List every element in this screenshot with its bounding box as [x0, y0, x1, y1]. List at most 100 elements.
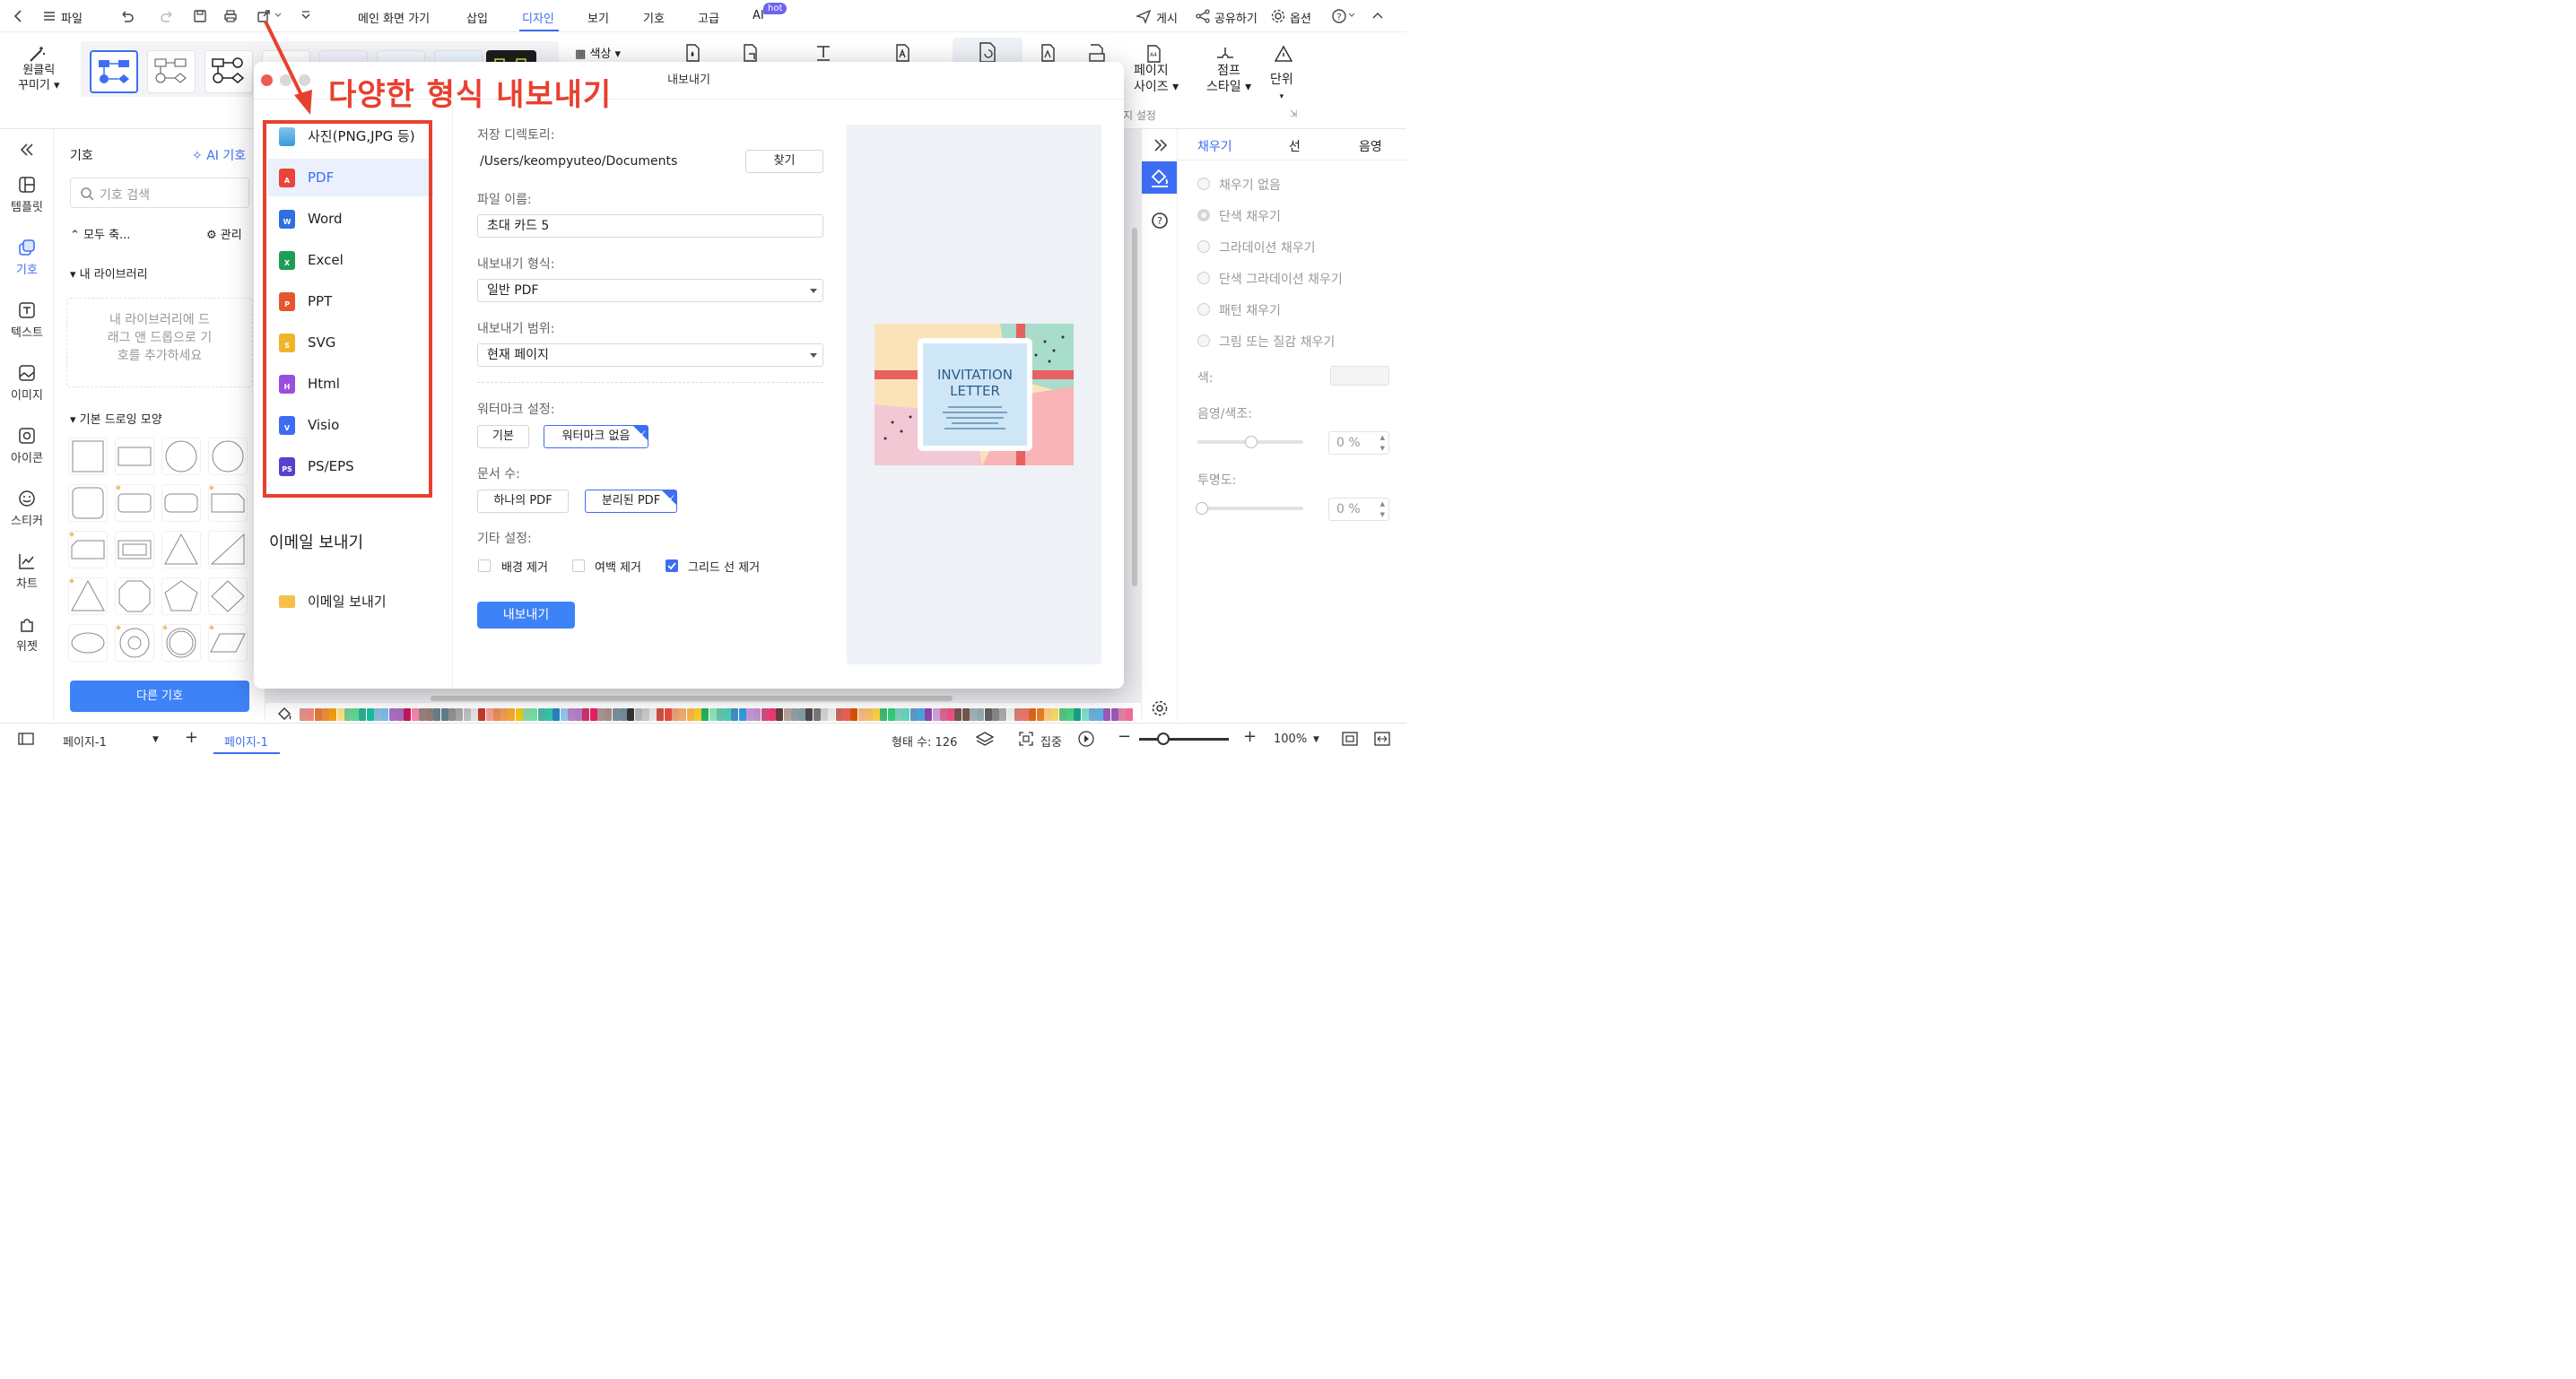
color-swatch[interactable]: [612, 708, 620, 721]
separate-pdf-button[interactable]: 분리된 PDF ✓: [585, 490, 677, 513]
color-swatch[interactable]: [991, 708, 999, 721]
color-swatch[interactable]: [693, 708, 701, 721]
export-format-select[interactable]: 일반 PDF: [477, 279, 823, 302]
color-swatch[interactable]: [589, 708, 597, 721]
color-swatch[interactable]: [1110, 708, 1118, 721]
page-tab-1[interactable]: 페이지-1: [224, 733, 268, 750]
tab-shadow[interactable]: 음영: [1359, 137, 1382, 155]
color-swatch[interactable]: [1051, 708, 1059, 721]
help-icon[interactable]: ?: [1331, 8, 1347, 24]
page-selector[interactable]: 페이지-1: [63, 733, 107, 750]
page-layout-icon[interactable]: [18, 733, 34, 745]
color-swatch[interactable]: [418, 708, 426, 721]
fill-bucket-icon[interactable]: [683, 43, 701, 63]
layers-icon[interactable]: [976, 732, 994, 746]
color-swatch[interactable]: [544, 708, 553, 721]
format-excel[interactable]: X Excel: [268, 241, 433, 279]
color-swatch[interactable]: [828, 708, 836, 721]
add-page-icon[interactable]: +: [185, 728, 198, 747]
save-icon[interactable]: [192, 8, 208, 24]
color-swatch[interactable]: [478, 708, 486, 721]
expand-right-panel-icon[interactable]: [1153, 138, 1169, 152]
color-swatch[interactable]: [537, 708, 545, 721]
color-swatch[interactable]: [657, 708, 665, 721]
tab-main-screen[interactable]: 메인 화면 가기: [358, 9, 430, 26]
one-click-decorate-button[interactable]: 원클릭 꾸미기 ▾: [18, 63, 60, 93]
watermark-basic-button[interactable]: 기본: [477, 425, 529, 448]
color-swatch[interactable]: [433, 708, 441, 721]
jump-style-button[interactable]: 점프 스타일 ▾: [1206, 63, 1251, 95]
color-swatch[interactable]: [448, 708, 456, 721]
zoom-window-button[interactable]: [299, 74, 310, 86]
color-swatch[interactable]: [352, 708, 360, 721]
shape-rounded-square[interactable]: [68, 484, 108, 522]
color-swatch[interactable]: [686, 708, 694, 721]
export-button[interactable]: 내보내기: [477, 602, 575, 629]
color-swatch[interactable]: [582, 708, 590, 721]
help-circle-icon[interactable]: ?: [1151, 212, 1169, 230]
color-swatch[interactable]: [1126, 708, 1134, 721]
shape-pentagon[interactable]: [161, 577, 201, 615]
color-swatch[interactable]: [307, 708, 315, 721]
color-swatch[interactable]: [1022, 708, 1030, 721]
radio-picture-fill[interactable]: [1197, 334, 1210, 347]
color-swatch[interactable]: [1044, 708, 1051, 721]
shape-diamond[interactable]: [208, 577, 248, 615]
fill-panel-tab[interactable]: [1142, 161, 1178, 194]
stepper-icon[interactable]: ▲ ▼: [1380, 499, 1385, 520]
radio-pattern-fill[interactable]: [1197, 303, 1210, 316]
color-swatch[interactable]: [970, 708, 977, 721]
shape-triangle[interactable]: [161, 531, 201, 568]
page-size-button[interactable]: 페이지 사이즈 ▾: [1134, 63, 1179, 95]
watermark-none-button[interactable]: 워터마크 없음 ✓: [544, 425, 648, 448]
style-thumb-3[interactable]: [205, 50, 253, 93]
settings-gear-icon[interactable]: [1151, 699, 1169, 717]
remove-margin-checkbox[interactable]: [572, 559, 585, 572]
color-swatch[interactable]: [664, 708, 672, 721]
nav-widgets[interactable]: 위젯: [0, 615, 54, 654]
help-dropdown-icon[interactable]: [1348, 12, 1355, 19]
color-swatch[interactable]: [344, 708, 352, 721]
color-swatch[interactable]: [649, 708, 657, 721]
publish-button[interactable]: 게시: [1156, 9, 1178, 26]
color-swatch[interactable]: [553, 708, 561, 721]
tab-line[interactable]: 선: [1289, 137, 1301, 155]
color-swatch[interactable]: [619, 708, 627, 721]
color-swatch[interactable]: [835, 708, 843, 721]
tab-advanced[interactable]: 고급: [698, 9, 719, 26]
filename-input[interactable]: 초대 카드 5: [477, 214, 823, 238]
tab-design[interactable]: 디자인: [522, 9, 554, 26]
shape-snip-rect[interactable]: [208, 484, 248, 522]
color-swatch[interactable]: [999, 708, 1007, 721]
color-swatch[interactable]: [523, 708, 530, 721]
color-swatch[interactable]: [716, 708, 724, 721]
basic-shapes-header[interactable]: ▾ 기본 드로잉 모양: [70, 410, 162, 427]
color-swatch[interactable]: [1058, 708, 1066, 721]
color-swatch[interactable]: [1103, 708, 1111, 721]
color-swatch[interactable]: [426, 708, 434, 721]
color-swatch[interactable]: [776, 708, 784, 721]
transparency-slider-track[interactable]: [1196, 502, 1303, 515]
color-swatch[interactable]: [359, 708, 367, 721]
color-swatch[interactable]: [567, 708, 575, 721]
color-swatch[interactable]: [939, 708, 947, 721]
zoom-out-icon[interactable]: −: [1118, 727, 1131, 746]
color-button[interactable]: ▦ 색상 ▾: [575, 44, 621, 61]
library-drop-zone[interactable]: 내 라이브러리에 드래그 앤 드롭으로 기호를 추가하세요: [66, 298, 253, 387]
color-swatch[interactable]: [1096, 708, 1104, 721]
color-swatch[interactable]: [627, 708, 635, 721]
share-icon[interactable]: [1195, 8, 1211, 24]
color-swatch[interactable]: [1088, 708, 1096, 721]
format-word[interactable]: W Word: [268, 200, 433, 238]
color-swatch[interactable]: [560, 708, 568, 721]
color-swatch[interactable]: [850, 708, 858, 721]
radio-solid-fill[interactable]: [1197, 209, 1210, 221]
page-dropdown-icon[interactable]: ▼: [152, 735, 159, 744]
shape-right-triangle[interactable]: [208, 531, 248, 568]
shape-parallelogram[interactable]: [208, 624, 248, 662]
share-button[interactable]: 공유하기: [1214, 9, 1258, 26]
color-swatch[interactable]: [1081, 708, 1089, 721]
single-pdf-button[interactable]: 하나의 PDF: [477, 490, 569, 513]
color-swatch[interactable]: [641, 708, 649, 721]
collapse-ribbon-icon[interactable]: [1370, 8, 1386, 24]
